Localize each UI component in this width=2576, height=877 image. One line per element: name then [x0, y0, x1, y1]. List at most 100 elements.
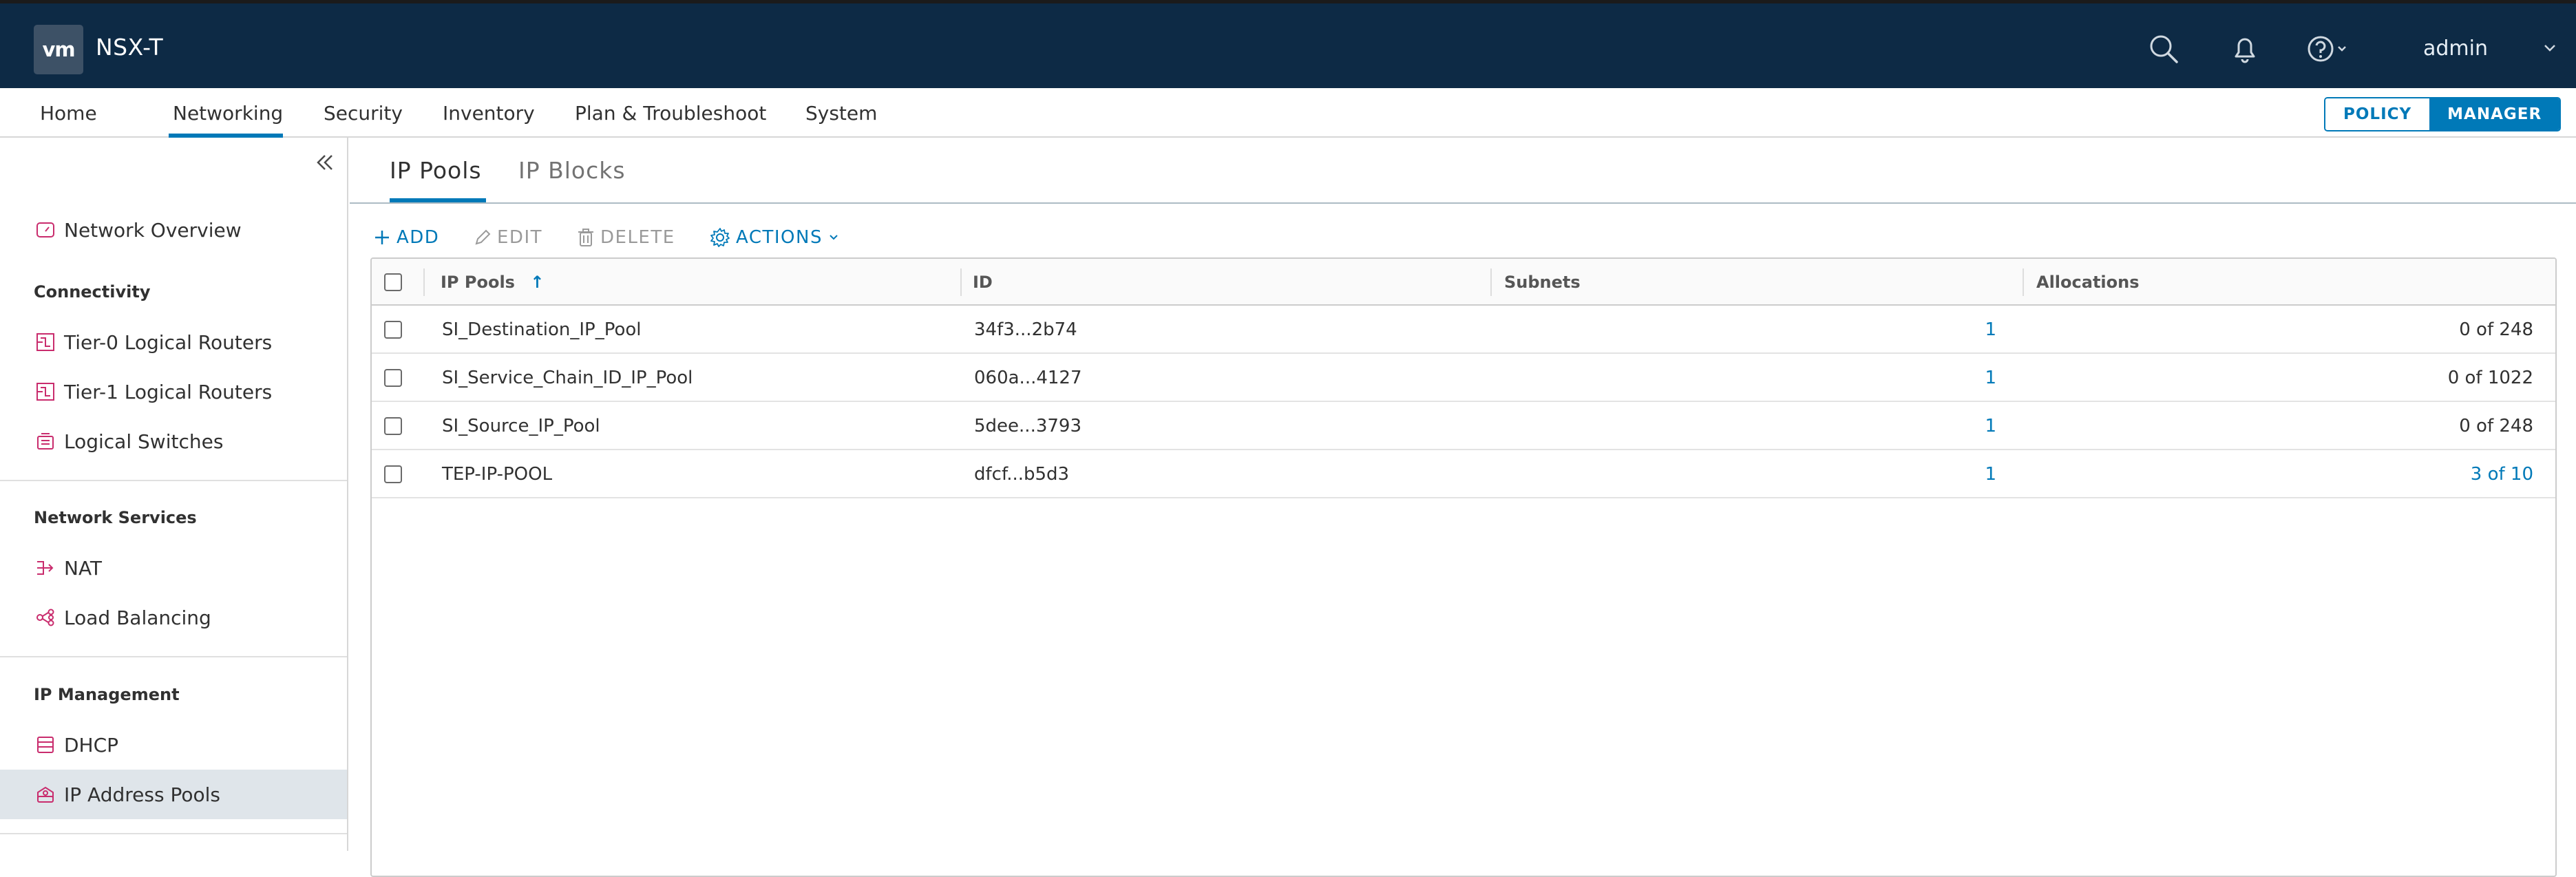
tab-bar: IP Pools IP Blocks — [350, 138, 2576, 204]
pool-id[interactable]: 060a...4127 — [974, 368, 1082, 388]
mode-switch: POLICY MANAGER — [2324, 97, 2562, 131]
column-header-allocations[interactable]: Allocations — [2036, 273, 2140, 292]
sidebar-item-dhcp[interactable]: DHCP — [0, 720, 347, 770]
column-separator — [423, 268, 425, 296]
pool-id[interactable]: 34f3...2b74 — [974, 319, 1077, 340]
actions-menu-button[interactable]: ACTIONS — [710, 227, 839, 248]
help-icon[interactable] — [2306, 31, 2352, 67]
top-header: vm NSX-T admin — [0, 0, 2576, 88]
edit-label: EDIT — [497, 227, 542, 248]
sidebar-item-tier1-routers[interactable]: Tier-1 Logical Routers — [0, 367, 347, 416]
add-button[interactable]: ADD — [373, 227, 439, 248]
subnets-count-link[interactable]: 1 — [1955, 464, 1996, 485]
sidebar-item-label: Logical Switches — [64, 430, 224, 453]
allocations-value: 0 of 248 — [2459, 416, 2533, 436]
nav-inventory[interactable]: Inventory — [443, 102, 535, 125]
nav-plan-troubleshoot[interactable]: Plan & Troubleshoot — [575, 102, 766, 125]
table-row[interactable]: SI_Source_IP_Pool 5dee...3793 1 0 of 248 — [372, 402, 2555, 450]
search-icon[interactable] — [2146, 31, 2182, 67]
grid-header: IP Pools ↑ ID Subnets Allocations — [372, 259, 2555, 306]
add-label: ADD — [397, 227, 440, 248]
switch-icon — [34, 430, 57, 453]
pencil-icon — [475, 229, 491, 245]
row-checkbox[interactable] — [384, 369, 402, 387]
nav-networking[interactable]: Networking — [173, 102, 283, 125]
column-header-id[interactable]: ID — [973, 273, 993, 292]
sidebar-item-label: Tier-0 Logical Routers — [64, 330, 273, 354]
router-icon — [34, 330, 57, 354]
tab-active-indicator — [390, 198, 486, 202]
row-checkbox[interactable] — [384, 417, 402, 435]
delete-label: DELETE — [600, 227, 675, 248]
sort-ascending-icon: ↑ — [530, 273, 545, 292]
load-balancer-icon — [34, 606, 57, 629]
column-header-subnets[interactable]: Subnets — [1504, 273, 1581, 292]
allocations-value: 0 of 248 — [2459, 319, 2533, 340]
collapse-sidebar-icon[interactable] — [314, 151, 336, 173]
section-network-services: Network Services — [34, 508, 197, 527]
sidebar-item-label: Network Overview — [64, 218, 242, 242]
sidebar-item-label: IP Address Pools — [64, 783, 220, 806]
actions-label: ACTIONS — [736, 227, 823, 248]
user-menu[interactable]: admin — [2423, 36, 2488, 61]
edit-button[interactable]: EDIT — [474, 227, 542, 248]
manager-button[interactable]: MANAGER — [2429, 98, 2560, 130]
nav-system[interactable]: System — [805, 102, 877, 125]
row-checkbox[interactable] — [384, 465, 402, 483]
ip-pools-grid: IP Pools ↑ ID Subnets Allocations SI_Des… — [370, 257, 2557, 877]
allocations-link[interactable]: 3 of 10 — [2299, 464, 2533, 485]
vmware-logo[interactable]: vm — [34, 25, 83, 74]
dhcp-server-icon — [34, 733, 57, 757]
table-row[interactable]: SI_Service_Chain_ID_IP_Pool 060a...4127 … — [372, 354, 2555, 402]
sidebar: Network Overview Connectivity Tier-0 Log… — [0, 138, 348, 851]
sidebar-item-nat[interactable]: NAT — [0, 543, 347, 593]
gear-icon — [710, 228, 730, 247]
sidebar-item-network-overview[interactable]: Network Overview — [0, 205, 347, 255]
plus-icon — [375, 231, 389, 244]
section-ip-management: IP Management — [34, 685, 180, 704]
dashboard-icon — [34, 218, 57, 242]
main-content: IP Pools IP Blocks ADD EDIT DELETE ACTIO… — [350, 138, 2576, 877]
sidebar-item-tier0-routers[interactable]: Tier-0 Logical Routers — [0, 317, 347, 367]
column-header-ip-pools[interactable]: IP Pools ↑ — [441, 273, 544, 292]
router-icon — [34, 380, 57, 403]
tab-ip-pools[interactable]: IP Pools — [390, 157, 482, 184]
trash-icon — [578, 229, 593, 246]
chevron-down-icon[interactable] — [2542, 39, 2558, 56]
row-checkbox[interactable] — [384, 321, 402, 339]
pool-name: SI_Source_IP_Pool — [442, 416, 600, 436]
sidebar-divider — [0, 656, 347, 657]
column-label: IP Pools — [441, 273, 515, 292]
sidebar-divider — [0, 480, 347, 481]
sidebar-item-logical-switches[interactable]: Logical Switches — [0, 416, 347, 466]
pool-name: SI_Destination_IP_Pool — [442, 319, 642, 340]
pool-id[interactable]: dfcf...b5d3 — [974, 464, 1069, 485]
main-nav: Home Networking Security Inventory Plan … — [0, 88, 2576, 138]
column-separator[interactable] — [2023, 268, 2024, 296]
table-row[interactable]: SI_Destination_IP_Pool 34f3...2b74 1 0 o… — [372, 306, 2555, 354]
sidebar-item-ip-address-pools[interactable]: IP Address Pools — [0, 770, 347, 819]
column-separator[interactable] — [960, 268, 962, 296]
sidebar-divider — [0, 833, 347, 834]
subnets-count-link[interactable]: 1 — [1955, 416, 1996, 436]
subnets-count-link[interactable]: 1 — [1955, 368, 1996, 388]
pool-id[interactable]: 5dee...3793 — [974, 416, 1081, 436]
policy-button[interactable]: POLICY — [2325, 98, 2430, 130]
bell-icon[interactable] — [2227, 31, 2263, 67]
delete-button[interactable]: DELETE — [577, 227, 675, 248]
sidebar-item-load-balancing[interactable]: Load Balancing — [0, 593, 347, 642]
chevron-down-icon — [830, 235, 838, 240]
ip-pool-icon — [34, 783, 57, 806]
pool-name: SI_Service_Chain_ID_IP_Pool — [442, 368, 693, 388]
select-all-checkbox[interactable] — [384, 273, 402, 291]
subnets-count-link[interactable]: 1 — [1955, 319, 1996, 340]
sidebar-item-label: DHCP — [64, 733, 119, 757]
nat-icon — [34, 556, 57, 580]
tab-ip-blocks[interactable]: IP Blocks — [518, 157, 626, 184]
section-connectivity: Connectivity — [34, 282, 151, 302]
nav-security[interactable]: Security — [324, 102, 403, 125]
table-row[interactable]: TEP-IP-POOL dfcf...b5d3 1 3 of 10 — [372, 450, 2555, 498]
sidebar-item-label: Tier-1 Logical Routers — [64, 380, 273, 403]
column-separator[interactable] — [1490, 268, 1492, 296]
nav-home[interactable]: Home — [40, 102, 97, 125]
